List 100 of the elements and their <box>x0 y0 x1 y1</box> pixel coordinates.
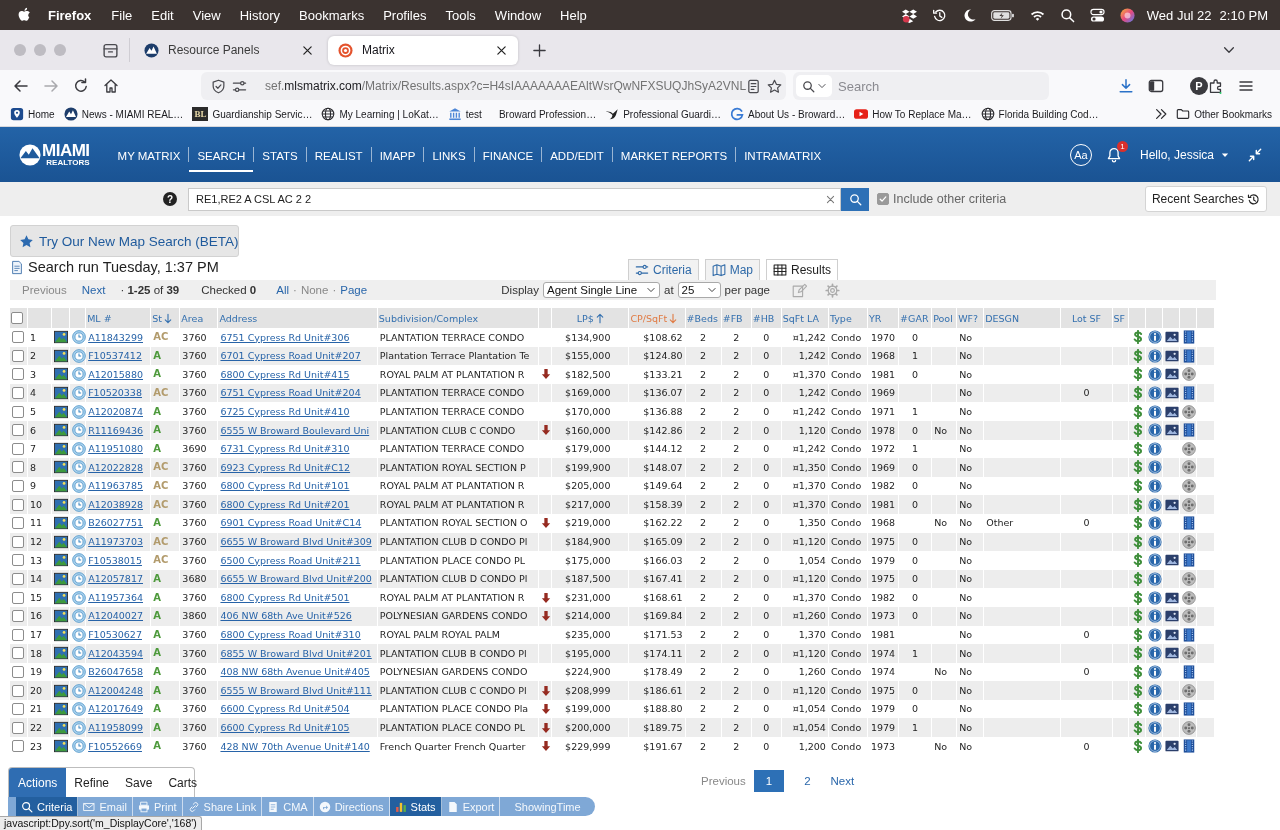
address-link[interactable]: 6800 Cypress Rd Unit#501 <box>220 591 350 603</box>
column-header[interactable]: #Beds <box>685 308 721 328</box>
info-icon[interactable] <box>1147 423 1162 438</box>
film-strip-icon[interactable] <box>1181 665 1196 679</box>
listing-number-link[interactable]: B26047658 <box>88 666 143 678</box>
quick-search-input[interactable]: RE1,RE2 A CSL AC 2 2 <box>188 187 841 211</box>
nav-link[interactable]: ADD/EDIT <box>542 139 612 172</box>
history-icon[interactable] <box>931 7 947 23</box>
film-strip-icon[interactable] <box>1181 553 1196 568</box>
info-icon[interactable] <box>1147 683 1162 698</box>
select-link[interactable]: Page <box>340 284 368 296</box>
bookmark-folder[interactable]: Other Bookmarks <box>1176 107 1272 121</box>
landscape-photo-icon[interactable] <box>54 460 69 475</box>
column-header[interactable]: Subdivision/Complex <box>377 308 539 328</box>
landscape-photo-icon[interactable] <box>54 627 69 642</box>
sidebar-icon[interactable] <box>1148 78 1164 94</box>
photo-gallery-icon[interactable] <box>1164 423 1179 438</box>
bookmark[interactable]: Broward Profession… <box>490 108 597 120</box>
column-header[interactable]: Area <box>180 308 218 328</box>
landscape-photo-icon[interactable] <box>54 665 69 679</box>
info-icon[interactable] <box>1147 553 1162 568</box>
browser-tab[interactable]: Resource Panels <box>134 35 324 65</box>
nav-link[interactable]: MARKET REPORTS <box>612 139 736 172</box>
landscape-photo-icon[interactable] <box>54 423 69 438</box>
nav-link[interactable]: REALIST <box>306 139 371 172</box>
display-select[interactable]: Agent Single Line <box>543 282 660 298</box>
film-reel-icon[interactable] <box>1181 646 1196 661</box>
row-checkbox[interactable] <box>12 573 24 585</box>
film-reel-icon[interactable] <box>1181 590 1196 605</box>
listing-number-link[interactable]: A11843299 <box>88 331 143 343</box>
menu-item[interactable]: Tools <box>445 7 476 23</box>
menu-item[interactable]: File <box>111 7 133 23</box>
film-reel-icon[interactable] <box>1181 683 1196 698</box>
photo-gallery-icon[interactable] <box>1164 348 1179 363</box>
info-icon[interactable] <box>1147 665 1162 679</box>
row-checkbox[interactable] <box>12 554 24 567</box>
row-checkbox[interactable] <box>12 628 24 641</box>
column-header[interactable]: SqFt LA <box>781 308 828 328</box>
landscape-photo-icon[interactable] <box>54 590 69 605</box>
listing-number-link[interactable]: A12020874 <box>88 405 143 417</box>
search-button[interactable] <box>841 187 869 211</box>
listing-number-link[interactable]: F10552669 <box>88 740 142 752</box>
home-icon[interactable] <box>103 78 119 94</box>
address-link[interactable]: 428 NW 70th Avenue Unit#140 <box>220 740 370 752</box>
info-icon[interactable] <box>1147 330 1162 345</box>
film-reel-icon[interactable] <box>1181 534 1196 549</box>
page-number-button[interactable]: 1 <box>753 770 785 792</box>
film-reel-icon[interactable] <box>1181 720 1196 735</box>
row-checkbox[interactable] <box>12 349 24 362</box>
photo-gallery-icon[interactable] <box>1164 553 1179 568</box>
view-tab[interactable]: Criteria <box>627 259 699 280</box>
listing-number-link[interactable]: B26027751 <box>88 517 143 529</box>
menu-item[interactable]: Edit <box>151 7 174 23</box>
toggle-switches-icon[interactable] <box>1089 7 1105 23</box>
column-header[interactable]: #GAR <box>899 308 932 328</box>
menu-icon[interactable] <box>1238 78 1254 94</box>
row-checkbox[interactable] <box>12 703 24 716</box>
film-reel-icon[interactable] <box>1181 441 1196 456</box>
column-header[interactable]: ML # <box>86 308 151 328</box>
bookmark[interactable]: How To Replace Ma… <box>854 107 972 121</box>
info-icon[interactable] <box>1147 609 1162 624</box>
address-link[interactable]: 6725 Cypress Rd Unit#410 <box>220 405 350 417</box>
photo-gallery-icon[interactable] <box>1164 702 1179 717</box>
photo-gallery-icon[interactable] <box>1164 386 1179 401</box>
plus-icon[interactable] <box>532 42 547 58</box>
row-checkbox[interactable] <box>12 684 24 697</box>
panel-tab[interactable]: Refine <box>66 768 118 797</box>
menu-item[interactable]: History <box>239 7 281 23</box>
info-icon[interactable] <box>1147 739 1162 754</box>
apple-logo-icon[interactable] <box>17 7 31 23</box>
address-link[interactable]: 6800 Cypress Rd Unit#101 <box>220 480 350 492</box>
page-size-select[interactable]: 25 <box>677 282 721 298</box>
bookmark[interactable]: News - MIAMI REAL… <box>63 107 184 121</box>
column-header[interactable]: #FB <box>721 308 751 328</box>
row-checkbox[interactable] <box>12 498 24 511</box>
info-icon[interactable] <box>1147 460 1162 475</box>
landscape-photo-icon[interactable] <box>54 348 69 363</box>
info-icon[interactable] <box>1147 646 1162 661</box>
column-header[interactable]: St <box>151 308 180 328</box>
film-strip-icon[interactable] <box>1181 739 1196 754</box>
address-link[interactable]: 408 NW 68th Avenue Unit#405 <box>220 666 370 678</box>
photo-gallery-icon[interactable] <box>1164 404 1179 419</box>
address-link[interactable]: 6500 Cypress Road Unit#211 <box>220 554 361 566</box>
panel-tab[interactable]: Carts <box>160 768 206 797</box>
next-page-link[interactable]: Next <box>826 775 859 787</box>
row-checkbox[interactable] <box>12 647 24 660</box>
next-link[interactable]: Next <box>81 284 106 296</box>
film-strip-icon[interactable] <box>1181 386 1196 401</box>
landscape-photo-icon[interactable] <box>54 367 69 382</box>
film-reel-icon[interactable] <box>1181 479 1196 494</box>
row-checkbox[interactable] <box>12 331 24 344</box>
info-icon[interactable] <box>1147 404 1162 419</box>
landscape-photo-icon[interactable] <box>54 702 69 717</box>
landscape-photo-icon[interactable] <box>54 516 69 531</box>
info-icon[interactable] <box>1147 497 1162 512</box>
address-link[interactable]: 6600 Cypress Rd Unit#504 <box>220 703 350 715</box>
collapse-arrows-icon[interactable] <box>1248 147 1262 162</box>
info-icon[interactable] <box>1147 348 1162 363</box>
recent-searches-button[interactable]: Recent Searches <box>1144 186 1267 212</box>
row-checkbox[interactable] <box>12 740 24 753</box>
